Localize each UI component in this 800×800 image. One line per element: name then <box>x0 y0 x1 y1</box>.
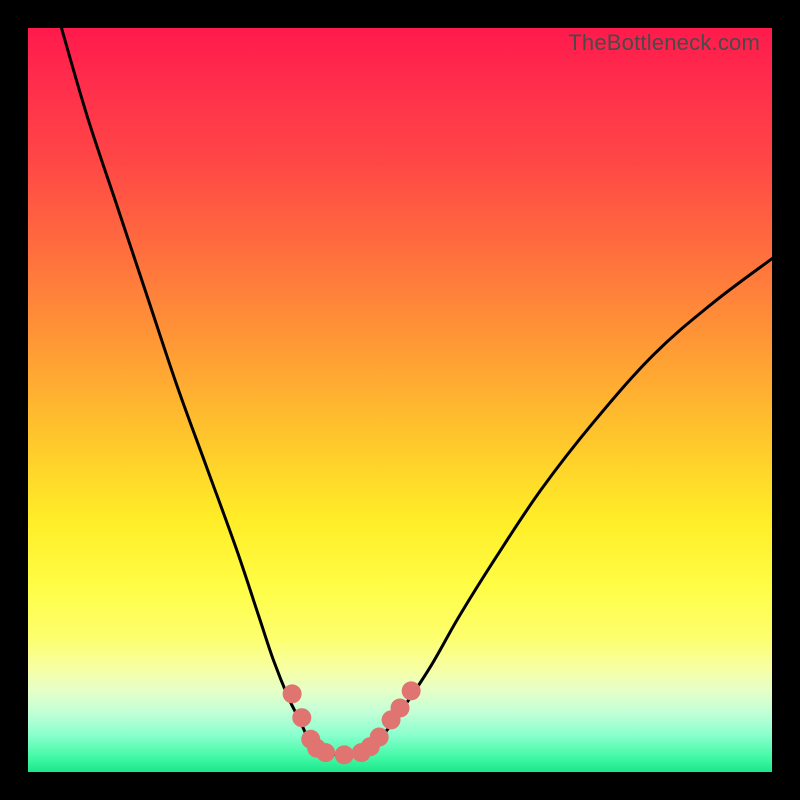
highlight-dot <box>283 684 302 703</box>
highlight-dot <box>391 699 410 718</box>
highlight-dot <box>316 743 335 762</box>
v-curve <box>61 28 772 755</box>
highlight-dot <box>335 745 354 764</box>
plot-area: TheBottleneck.com <box>28 28 772 772</box>
chart-frame: TheBottleneck.com <box>0 0 800 800</box>
highlight-dot <box>370 728 389 747</box>
highlight-dot <box>402 681 421 700</box>
highlight-dot <box>292 708 311 727</box>
bottleneck-curve <box>28 28 772 772</box>
